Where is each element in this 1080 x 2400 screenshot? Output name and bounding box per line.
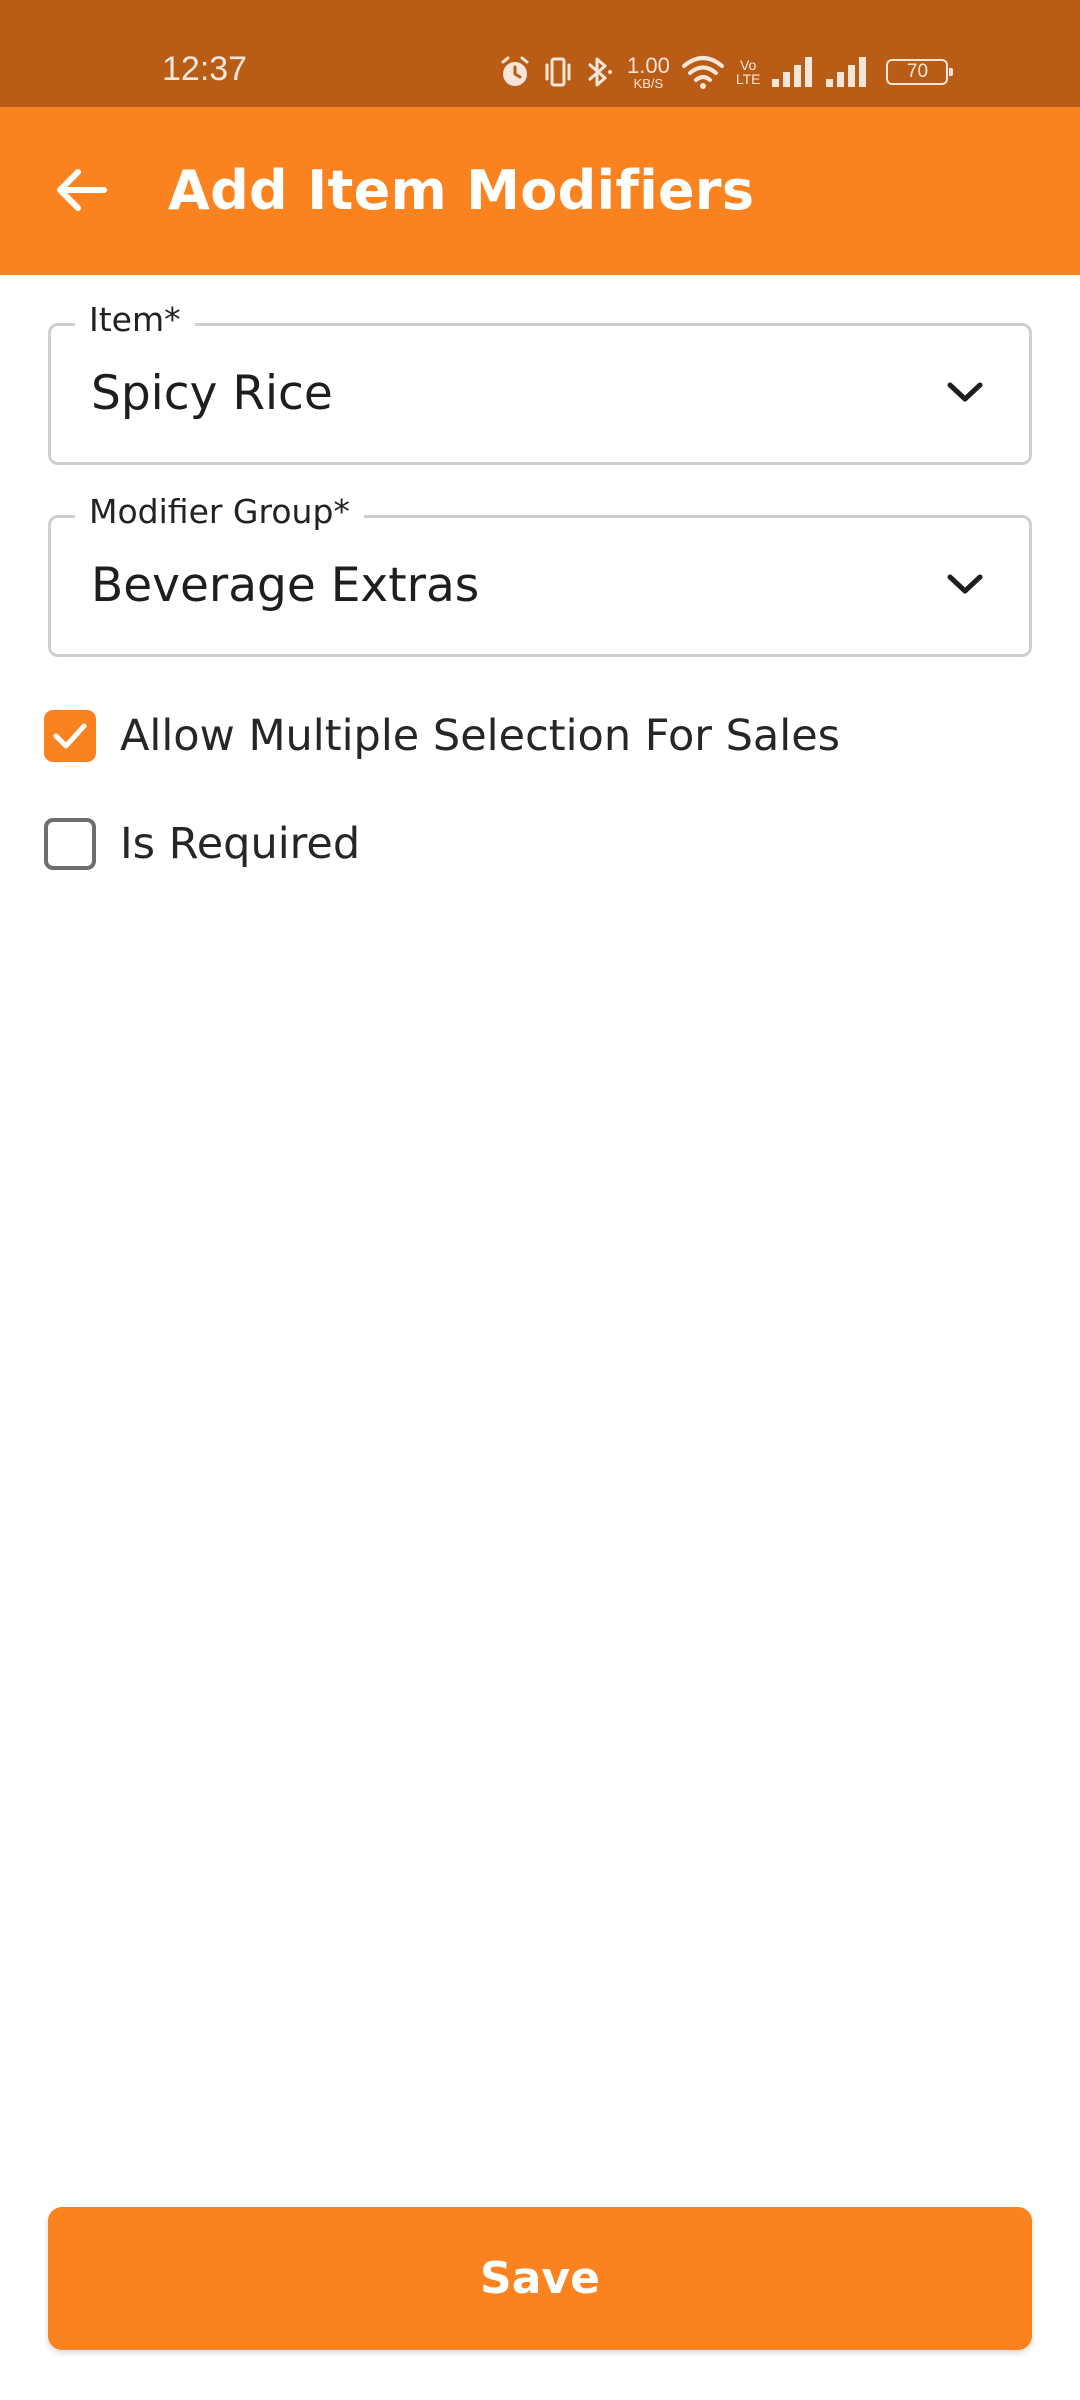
is-required-label: Is Required [120,819,361,869]
save-button[interactable]: Save [48,2207,1032,2350]
allow-multiple-selection-option[interactable]: Allow Multiple Selection For Sales [44,706,840,766]
alarm-icon [497,54,533,90]
item-label: Item* [75,300,195,339]
vibrate-icon [543,55,573,89]
volte-indicator: Vo LTE [736,58,761,86]
status-bar: 12:37 1.00 KB/S Vo LTE 70 [0,0,1080,107]
arrow-left-icon [54,167,108,217]
allow-multiple-selection-checkbox[interactable] [44,710,96,762]
volte-line2: LTE [735,71,761,87]
status-icons: 1.00 KB/S Vo LTE 70 [497,50,954,94]
chevron-down-icon [945,570,985,602]
app-bar: Add Item Modifiers [0,107,1080,275]
modifier-group-dropdown[interactable]: Modifier Group* Beverage Extras [48,492,1032,657]
battery-indicator: 70 [886,59,954,85]
allow-multiple-selection-label: Allow Multiple Selection For Sales [120,711,841,761]
page-title: Add Item Modifiers [168,159,755,222]
back-button[interactable] [46,157,116,227]
signal-icon [770,55,814,89]
wifi-icon [680,54,726,90]
modifier-group-value: Beverage Extras [91,558,480,613]
item-dropdown[interactable]: Item* Spicy Rice [48,300,1032,465]
network-speed-unit: KB/S [633,75,664,91]
bluetooth-icon [583,54,617,90]
network-speed: 1.00 KB/S [627,52,670,91]
signal-icon [824,55,868,89]
is-required-checkbox[interactable] [44,818,96,870]
chevron-down-icon [945,378,985,410]
checkmark-icon [53,723,87,749]
item-value: Spicy Rice [91,366,333,421]
is-required-option[interactable]: Is Required [44,814,360,874]
status-time: 12:37 [162,50,248,88]
modifier-group-label: Modifier Group* [75,492,364,531]
network-speed-value: 1.00 [627,52,670,78]
